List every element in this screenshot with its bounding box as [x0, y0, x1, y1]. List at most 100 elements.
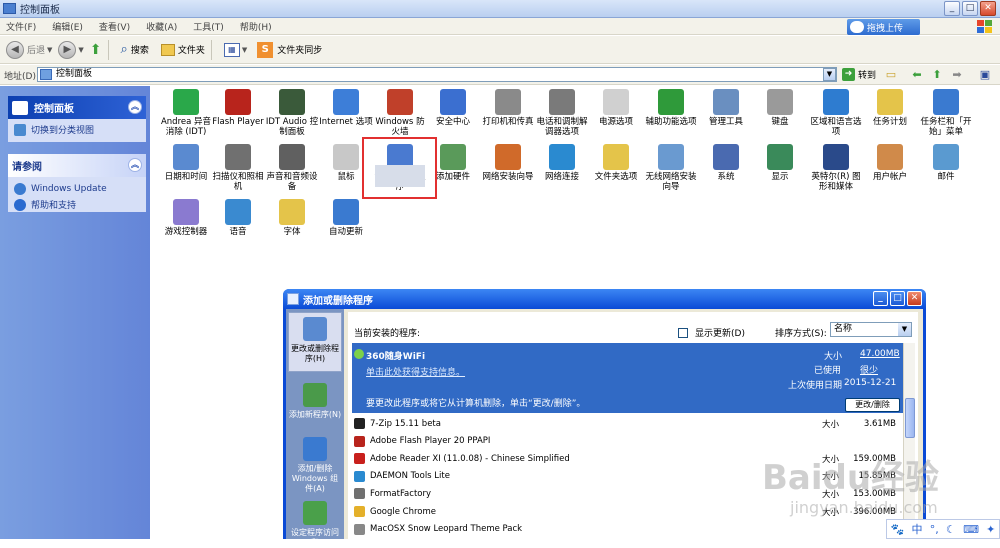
dialog-minimize-button[interactable]: _ — [873, 291, 888, 306]
dialog-close-button[interactable]: ✕ — [907, 291, 922, 306]
control-panel-item[interactable]: 电源选项 — [588, 89, 644, 127]
control-panel-item[interactable]: Internet 选项 — [318, 89, 374, 127]
windows-components-button[interactable]: 添加/删除 Windows 组件(A) — [288, 433, 342, 493]
address-input[interactable]: 控制面板 — [37, 67, 837, 82]
control-panel-item[interactable]: 键盘 — [752, 89, 808, 127]
control-panel-item[interactable]: 任务栏和「开始」菜单 — [918, 89, 974, 137]
control-panel-item[interactable]: 日期和时间 — [158, 144, 214, 182]
help-support-link[interactable]: 帮助和支持 — [8, 196, 146, 215]
control-panel-item[interactable]: IDT Audio 控制面板 — [264, 89, 320, 137]
control-panel-item[interactable]: 声音和音频设备 — [264, 144, 320, 192]
close-button[interactable]: ✕ — [980, 1, 996, 16]
folders-button[interactable]: 文件夹 — [160, 43, 205, 56]
go-button[interactable]: ➜ 转到 — [842, 68, 876, 81]
program-icon — [354, 453, 365, 465]
control-panel-item[interactable]: 任务计划 — [862, 89, 918, 127]
control-panel-item[interactable]: 管理工具 — [698, 89, 754, 127]
control-panel-item[interactable]: 游戏控制器 — [158, 199, 214, 237]
collapse-icon[interactable]: ︽ — [128, 158, 142, 172]
forward-dropdown-icon[interactable]: ▼ — [78, 46, 83, 54]
last-used-key: 上次使用日期 — [788, 381, 843, 391]
dialog-maximize-button[interactable]: □ — [890, 291, 905, 306]
control-panel-item[interactable]: 系统 — [698, 144, 754, 182]
control-panel-item[interactable]: Andrea 异音消除 (IDT) — [158, 89, 214, 137]
program-row[interactable]: 7-Zip 15.11 beta 大小 3.61MB — [352, 415, 906, 432]
back-dropdown-icon[interactable]: ▼ — [47, 46, 52, 54]
forward-button[interactable]: ▶ ▼ — [58, 40, 84, 59]
sort-by-select[interactable]: 名称 ▼ — [830, 322, 912, 337]
views-button[interactable]: ▦ ▼ — [223, 42, 247, 57]
control-panel-item[interactable]: 安全中心 — [425, 89, 481, 127]
control-panel-item[interactable]: 网络连接 — [534, 144, 590, 182]
ime-punctuation-icon[interactable]: °, — [930, 523, 939, 536]
selected-program[interactable]: 360随身WiFi 单击此处获得支持信息。 要更改此程序或将它从计算机删除，单击… — [352, 343, 906, 413]
address-dropdown-button[interactable]: ▼ — [823, 68, 836, 81]
checkbox-icon[interactable] — [678, 327, 688, 338]
menu-view[interactable]: 查看(V) — [99, 20, 130, 33]
program-row[interactable]: MacOSX Snow Leopard Theme Pack — [352, 521, 906, 538]
ime-moon-icon[interactable]: ☾ — [946, 523, 956, 536]
control-panel-item[interactable]: 打印机和传真 — [480, 89, 536, 127]
folder-sync-button[interactable]: S 文件夹同步 — [257, 41, 322, 58]
windows-update-link[interactable]: Windows Update — [8, 177, 146, 196]
control-panel-item[interactable]: 无线网络安装向导 — [643, 144, 699, 192]
applet-icon — [387, 89, 413, 115]
control-panel-item[interactable]: 语音 — [210, 199, 266, 237]
show-updates-checkbox[interactable]: 显示更新(D) — [678, 326, 745, 339]
applet-icon — [767, 144, 793, 170]
control-panel-item[interactable]: 辅助功能选项 — [643, 89, 699, 127]
ime-toolbar: 🐾 中 °, ☾ ⌨ ✦ — [886, 519, 1000, 539]
save-icon[interactable]: ▣ — [978, 68, 992, 81]
control-panel-item[interactable]: 文件夹选项 — [588, 144, 644, 182]
ime-paw-icon[interactable]: 🐾 — [891, 523, 905, 536]
applet-label: Windows 防火墙 — [375, 117, 425, 137]
control-panel-item[interactable]: 邮件 — [918, 144, 974, 182]
program-row[interactable]: Adobe Flash Player 20 PPAPI — [352, 433, 906, 450]
up-button[interactable]: ⬆ — [90, 42, 102, 58]
support-info-link[interactable]: 单击此处获得支持信息。 — [366, 365, 465, 378]
menu-edit[interactable]: 编辑(E) — [52, 20, 83, 33]
back-button[interactable]: ◀ 后退 ▼ — [6, 40, 52, 59]
applet-icon — [495, 89, 521, 115]
control-panel-item[interactable]: 网络安装向导 — [480, 144, 536, 182]
menu-file[interactable]: 文件(F) — [6, 20, 36, 33]
control-panel-item[interactable]: 用户帐户 — [862, 144, 918, 182]
switch-category-view-link[interactable]: 切换到分类视图 — [8, 119, 146, 140]
control-panel-item[interactable]: Flash Player — [210, 89, 266, 127]
control-panel-item[interactable]: 显示 — [752, 144, 808, 182]
change-remove-programs-button[interactable]: 更改或删除程序(H) — [288, 312, 342, 372]
minimize-button[interactable]: _ — [944, 1, 960, 16]
maximize-button[interactable]: □ — [962, 1, 978, 16]
change-remove-button[interactable]: 更改/删除 — [845, 398, 900, 412]
scrollbar-thumb[interactable] — [905, 398, 915, 438]
program-access-button[interactable]: 设定程序访问和 — [288, 497, 342, 547]
nav-up-icon[interactable]: ⬆ — [930, 68, 944, 81]
baidu-upload-button[interactable]: 拖拽上传 — [847, 19, 920, 35]
control-panel-item[interactable]: 扫描仪和照相机 — [210, 144, 266, 192]
search-button[interactable]: ⌕ 搜索 — [121, 42, 149, 57]
applet-label: 扫描仪和照相机 — [212, 172, 264, 192]
control-panel-item[interactable]: Windows 防火墙 — [372, 89, 428, 137]
add-new-programs-button[interactable]: 添加新程序(N) — [288, 379, 342, 431]
menu-help[interactable]: 帮助(H) — [240, 20, 272, 33]
ime-keyboard-icon[interactable]: ⌨ — [963, 523, 979, 536]
control-panel-section-header[interactable]: 控制面板 ︽ — [8, 96, 146, 119]
menu-favorites[interactable]: 收藏(A) — [146, 20, 177, 33]
nav-back-icon[interactable]: ⬅ — [910, 68, 924, 81]
applet-label: 区域和语言选项 — [810, 117, 862, 137]
applet-icon — [933, 89, 959, 115]
ime-settings-icon[interactable]: ✦ — [986, 523, 995, 536]
menu-tools[interactable]: 工具(T) — [193, 20, 224, 33]
toolbar: ◀ 后退 ▼ ▶ ▼ ⬆ ⌕ 搜索 文件夹 ▦ ▼ S 文件夹同步 — [0, 36, 1000, 64]
show-updates-label: 显示更新(D) — [695, 329, 745, 339]
ime-chinese-mode[interactable]: 中 — [912, 521, 923, 537]
control-panel-item[interactable]: 英特尔(R) 图形和媒体 — [808, 144, 864, 192]
collapse-icon[interactable]: ︽ — [128, 100, 142, 114]
control-panel-item[interactable]: 区域和语言选项 — [808, 89, 864, 137]
folder-open-icon[interactable]: ▭ — [884, 68, 898, 81]
control-panel-item[interactable]: 字体 — [264, 199, 320, 237]
control-panel-item[interactable]: 电话和调制解调器选项 — [534, 89, 590, 137]
see-also-header[interactable]: 请参阅 ︽ — [8, 154, 146, 177]
nav-forward-icon[interactable]: ➡ — [950, 68, 964, 81]
control-panel-item[interactable]: 自动更新 — [318, 199, 374, 237]
